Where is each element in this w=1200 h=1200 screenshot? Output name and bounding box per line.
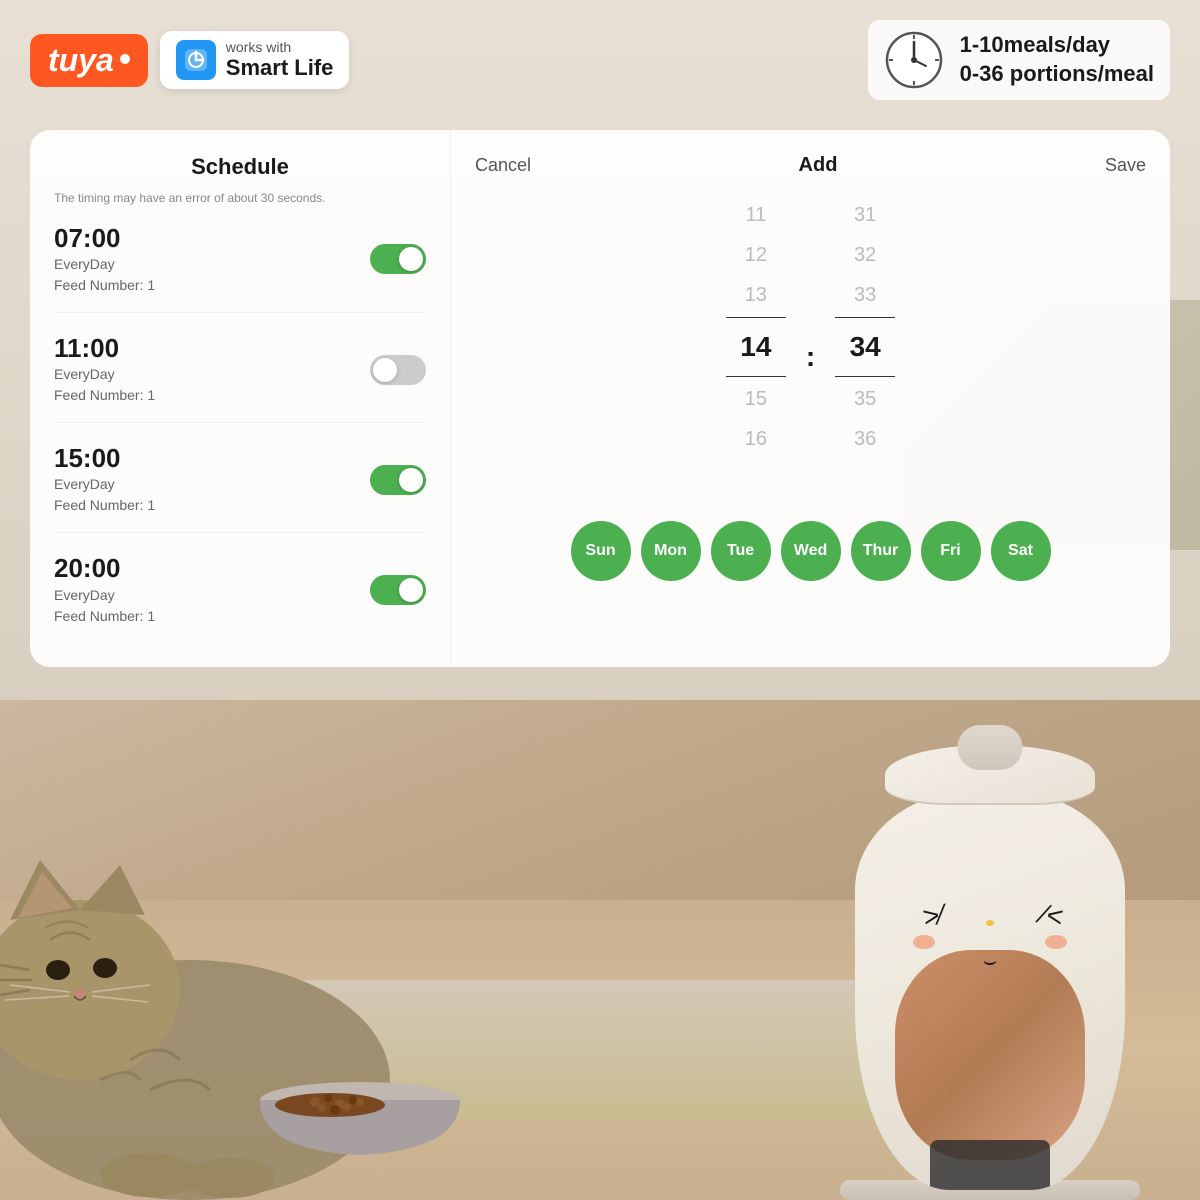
smart-life-icon [176, 40, 216, 80]
day-thur[interactable]: Thur [851, 521, 911, 581]
schedule-item-4: 20:00 EveryDay Feed Number: 1 [54, 553, 426, 642]
badges-left: tuya works with Smart Life [30, 31, 349, 89]
save-button[interactable]: Save [1105, 155, 1146, 176]
minute-32[interactable]: 32 [854, 237, 876, 273]
toggle-2[interactable] [370, 355, 426, 385]
hour-13[interactable]: 13 [745, 277, 767, 313]
schedule-feed-3: Feed Number: 1 [54, 495, 155, 516]
schedule-day-4: EveryDay [54, 585, 155, 606]
add-header: Cancel Add Save [475, 154, 1146, 177]
schedule-time-4: 20:00 [54, 553, 155, 584]
time-separator: : [806, 197, 815, 497]
toggle-3[interactable] [370, 465, 426, 495]
hour-picker[interactable]: 11 12 13 14 15 16 17 [726, 197, 786, 497]
meals-text: 1-10meals/day 0-36 portions/meal [960, 31, 1154, 88]
hour-15[interactable]: 15 [745, 381, 767, 417]
meals-info: 1-10meals/day 0-36 portions/meal [868, 20, 1170, 100]
smart-life-name: Smart Life [226, 55, 334, 81]
minute-31[interactable]: 31 [854, 197, 876, 233]
days-row: Sun Mon Tue Wed Thur Fri Sat [475, 521, 1146, 581]
hour-11[interactable]: 11 [745, 197, 766, 233]
schedule-info-4: 20:00 EveryDay Feed Number: 1 [54, 553, 155, 626]
pet-feeder: >∕ ∕< ⌣ [840, 700, 1140, 1200]
clock-icon [884, 30, 944, 90]
schedule-item-1: 07:00 EveryDay Feed Number: 1 [54, 223, 426, 313]
day-tue[interactable]: Tue [711, 521, 771, 581]
schedule-feed-2: Feed Number: 1 [54, 385, 155, 406]
add-panel: Cancel Add Save 11 12 13 14 15 16 17 : 3… [450, 130, 1170, 667]
tuya-label: tuya [48, 42, 114, 79]
panels-container: Schedule The timing may have an error of… [30, 130, 1170, 667]
top-bar: tuya works with Smart Life [0, 0, 1200, 120]
minute-34-selected[interactable]: 34 [835, 317, 895, 377]
minute-35[interactable]: 35 [854, 381, 876, 417]
schedule-info-2: 11:00 EveryDay Feed Number: 1 [54, 333, 155, 406]
minute-picker[interactable]: 31 32 33 34 35 36 37 [835, 197, 895, 497]
minute-36[interactable]: 36 [854, 421, 876, 457]
food-bowl [250, 1080, 470, 1165]
schedule-item-2: 11:00 EveryDay Feed Number: 1 [54, 333, 426, 423]
main-content: tuya works with Smart Life [0, 0, 1200, 677]
toggle-4[interactable] [370, 575, 426, 605]
schedule-time-1: 07:00 [54, 223, 155, 254]
toggle-knob-3 [399, 468, 423, 492]
schedule-time-2: 11:00 [54, 333, 155, 364]
tuya-dot [120, 54, 130, 64]
schedule-title: Schedule [54, 154, 426, 180]
day-sat[interactable]: Sat [991, 521, 1051, 581]
hour-12[interactable]: 12 [745, 237, 767, 273]
schedule-info-3: 15:00 EveryDay Feed Number: 1 [54, 443, 155, 516]
schedule-day-2: EveryDay [54, 364, 155, 385]
toggle-1[interactable] [370, 244, 426, 274]
toggle-knob-2 [373, 358, 397, 382]
schedule-panel: Schedule The timing may have an error of… [30, 130, 450, 667]
hour-16[interactable]: 16 [745, 421, 767, 457]
meals-line1: 1-10meals/day [960, 31, 1154, 60]
timing-note: The timing may have an error of about 30… [54, 190, 426, 207]
smart-life-works: works with [226, 39, 334, 55]
day-mon[interactable]: Mon [641, 521, 701, 581]
smart-life-text: works with Smart Life [226, 39, 334, 81]
tuya-badge: tuya [30, 34, 148, 87]
hour-14-selected[interactable]: 14 [726, 317, 786, 377]
smart-life-badge: works with Smart Life [160, 31, 350, 89]
day-wed[interactable]: Wed [781, 521, 841, 581]
schedule-feed-1: Feed Number: 1 [54, 275, 155, 296]
add-title: Add [799, 154, 838, 177]
schedule-day-3: EveryDay [54, 474, 155, 495]
schedule-feed-4: Feed Number: 1 [54, 606, 155, 627]
cancel-button[interactable]: Cancel [475, 155, 531, 176]
toggle-knob-1 [399, 247, 423, 271]
time-picker[interactable]: 11 12 13 14 15 16 17 : 31 32 33 34 35 36… [475, 197, 1146, 497]
schedule-item-3: 15:00 EveryDay Feed Number: 1 [54, 443, 426, 533]
schedule-day-1: EveryDay [54, 254, 155, 275]
schedule-info-1: 07:00 EveryDay Feed Number: 1 [54, 223, 155, 296]
day-fri[interactable]: Fri [921, 521, 981, 581]
schedule-time-3: 15:00 [54, 443, 155, 474]
meals-line2: 0-36 portions/meal [960, 60, 1154, 89]
day-sun[interactable]: Sun [571, 521, 631, 581]
toggle-knob-4 [399, 578, 423, 602]
minute-33[interactable]: 33 [854, 277, 876, 313]
